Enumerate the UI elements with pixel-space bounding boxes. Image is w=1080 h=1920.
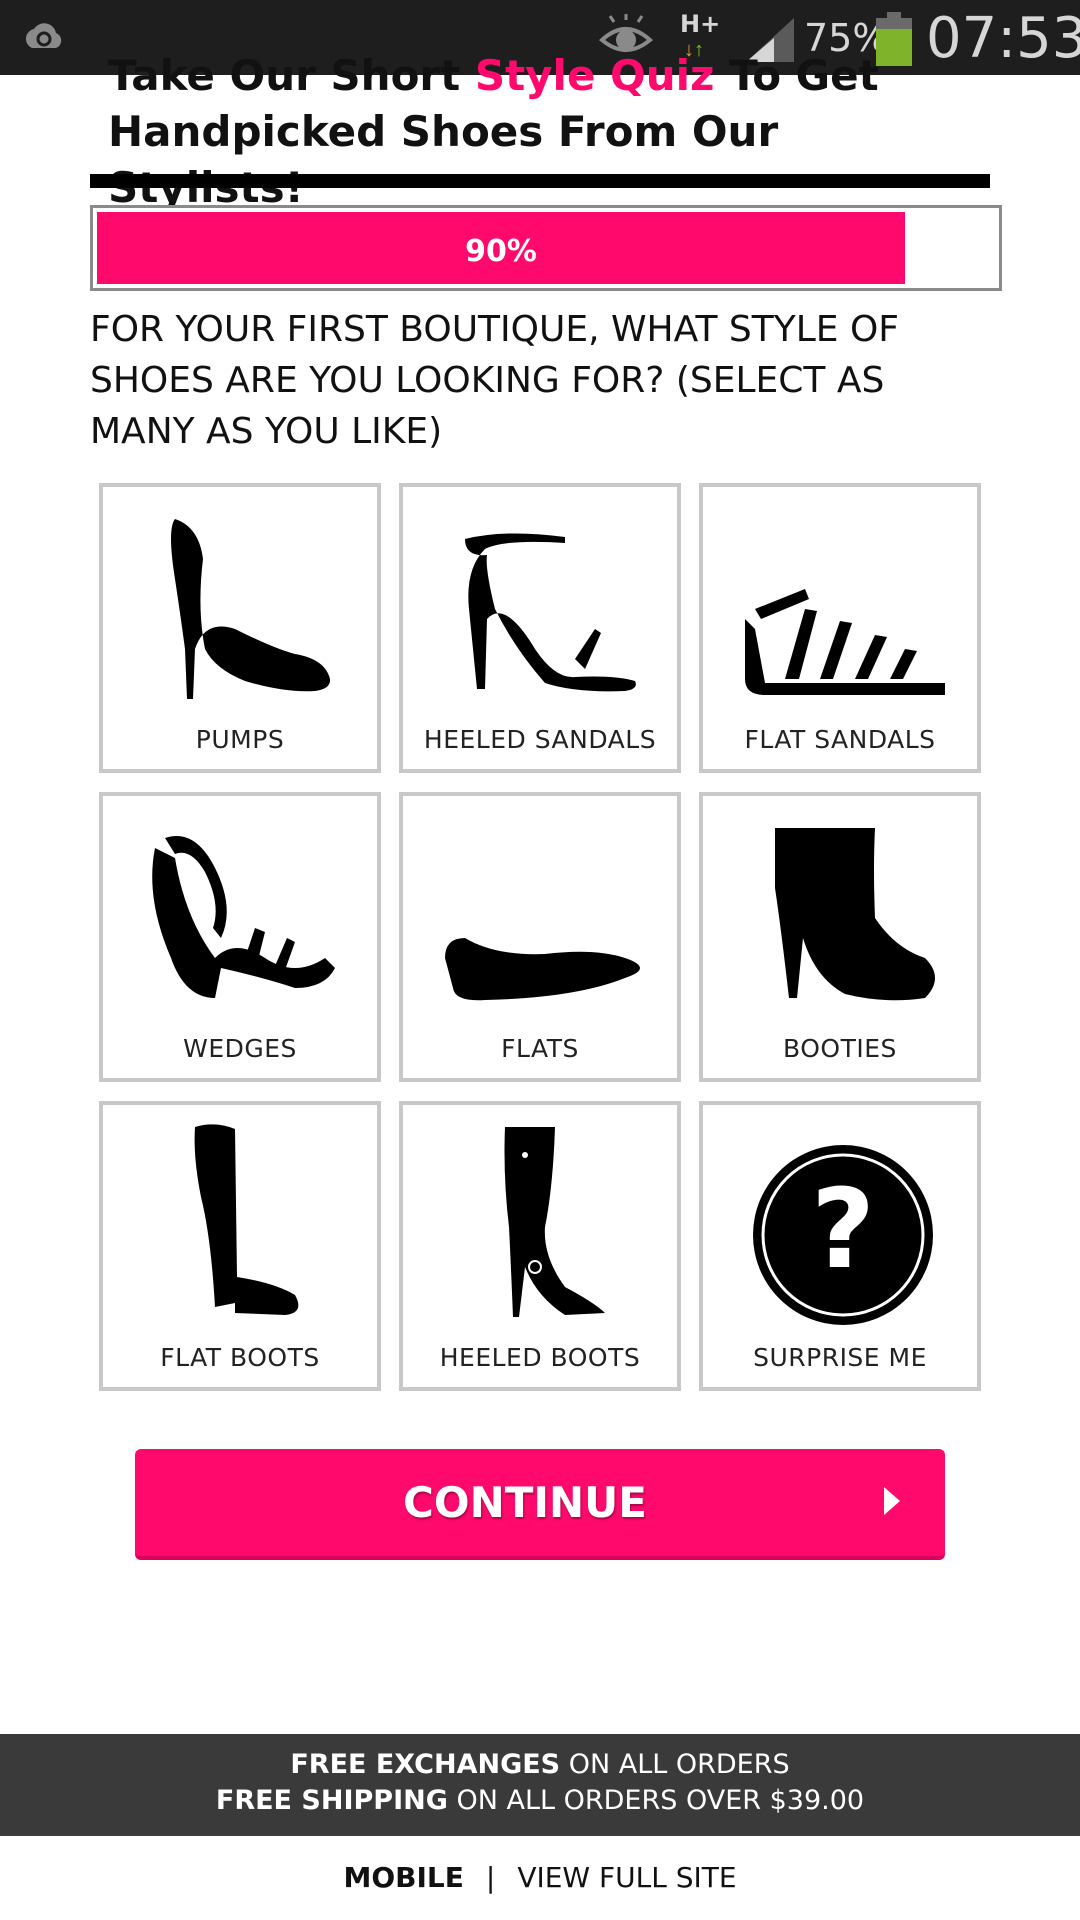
page-title: Take Our Short Style Quiz To Get Handpic… — [108, 48, 988, 216]
view-full-site-link[interactable]: VIEW FULL SITE — [517, 1861, 736, 1894]
svg-text:?: ? — [811, 1165, 875, 1293]
option-heeled-boots[interactable]: HEELED BOOTS — [399, 1101, 681, 1391]
option-flat-sandals[interactable]: FLAT SANDALS — [699, 483, 981, 773]
option-label: WEDGES — [183, 1034, 297, 1063]
option-flat-boots[interactable]: FLAT BOOTS — [99, 1101, 381, 1391]
style-quiz-highlight: Style Quiz — [474, 51, 715, 100]
promo-line-2: FREE SHIPPING ON ALL ORDERS OVER $39.00 — [215, 1785, 865, 1816]
quiz-question: FOR YOUR FIRST BOUTIQUE, WHAT STYLE OF S… — [90, 309, 900, 452]
progress-fill: 90% — [97, 212, 905, 284]
option-flats[interactable]: FLATS — [399, 792, 681, 1082]
option-wedges[interactable]: WEDGES — [99, 792, 381, 1082]
divider — [90, 174, 990, 188]
bootie-icon — [775, 828, 935, 1001]
continue-button[interactable]: CONTINUE — [135, 1449, 945, 1560]
option-surprise-me[interactable]: ? SURPRISE ME — [699, 1101, 981, 1391]
quiz-progress-bar: 90% — [90, 205, 1002, 291]
promo-line-1: FREE EXCHANGES ON ALL ORDERS — [290, 1749, 790, 1780]
option-label: SURPRISE ME — [753, 1343, 927, 1372]
option-pumps[interactable]: PUMPS — [99, 483, 381, 773]
promo-banner: FREE EXCHANGES ON ALL ORDERS FREE SHIPPI… — [0, 1734, 1080, 1836]
pump-shoe-icon — [171, 519, 331, 699]
option-label: FLATS — [501, 1034, 579, 1063]
option-label: FLAT SANDALS — [744, 725, 936, 754]
network-type: H+ — [680, 10, 721, 38]
wedge-shoe-icon — [152, 836, 335, 998]
option-heeled-sandals[interactable]: HEELED SANDALS — [399, 483, 681, 773]
flat-sandal-icon — [745, 589, 945, 695]
continue-label: CONTINUE — [403, 1478, 647, 1527]
option-label: BOOTIES — [783, 1034, 897, 1063]
option-label: PUMPS — [195, 725, 285, 754]
heeled-sandal-icon — [465, 533, 636, 692]
footer-separator: | — [485, 1861, 496, 1894]
option-label: HEELED SANDALS — [423, 725, 657, 754]
sync-icon — [25, 23, 62, 48]
option-label: HEELED BOOTS — [439, 1343, 641, 1372]
option-booties[interactable]: BOOTIES — [699, 792, 981, 1082]
progress-label: 90% — [465, 234, 537, 269]
heeled-boot-icon — [504, 1127, 605, 1317]
mobile-link[interactable]: MOBILE — [343, 1861, 463, 1894]
title-line-1: Take Our Short Style Quiz To Get — [108, 51, 879, 100]
flat-shoe-icon — [445, 938, 640, 1001]
title-line-2: Handpicked Shoes From Our Stylists! — [108, 107, 779, 212]
flat-boot-icon — [194, 1124, 299, 1315]
footer: MOBILE | VIEW FULL SITE — [0, 1836, 1080, 1920]
option-label: FLAT BOOTS — [160, 1343, 320, 1372]
question-mark-icon: ? — [753, 1145, 933, 1325]
play-arrow-icon — [884, 1487, 900, 1515]
